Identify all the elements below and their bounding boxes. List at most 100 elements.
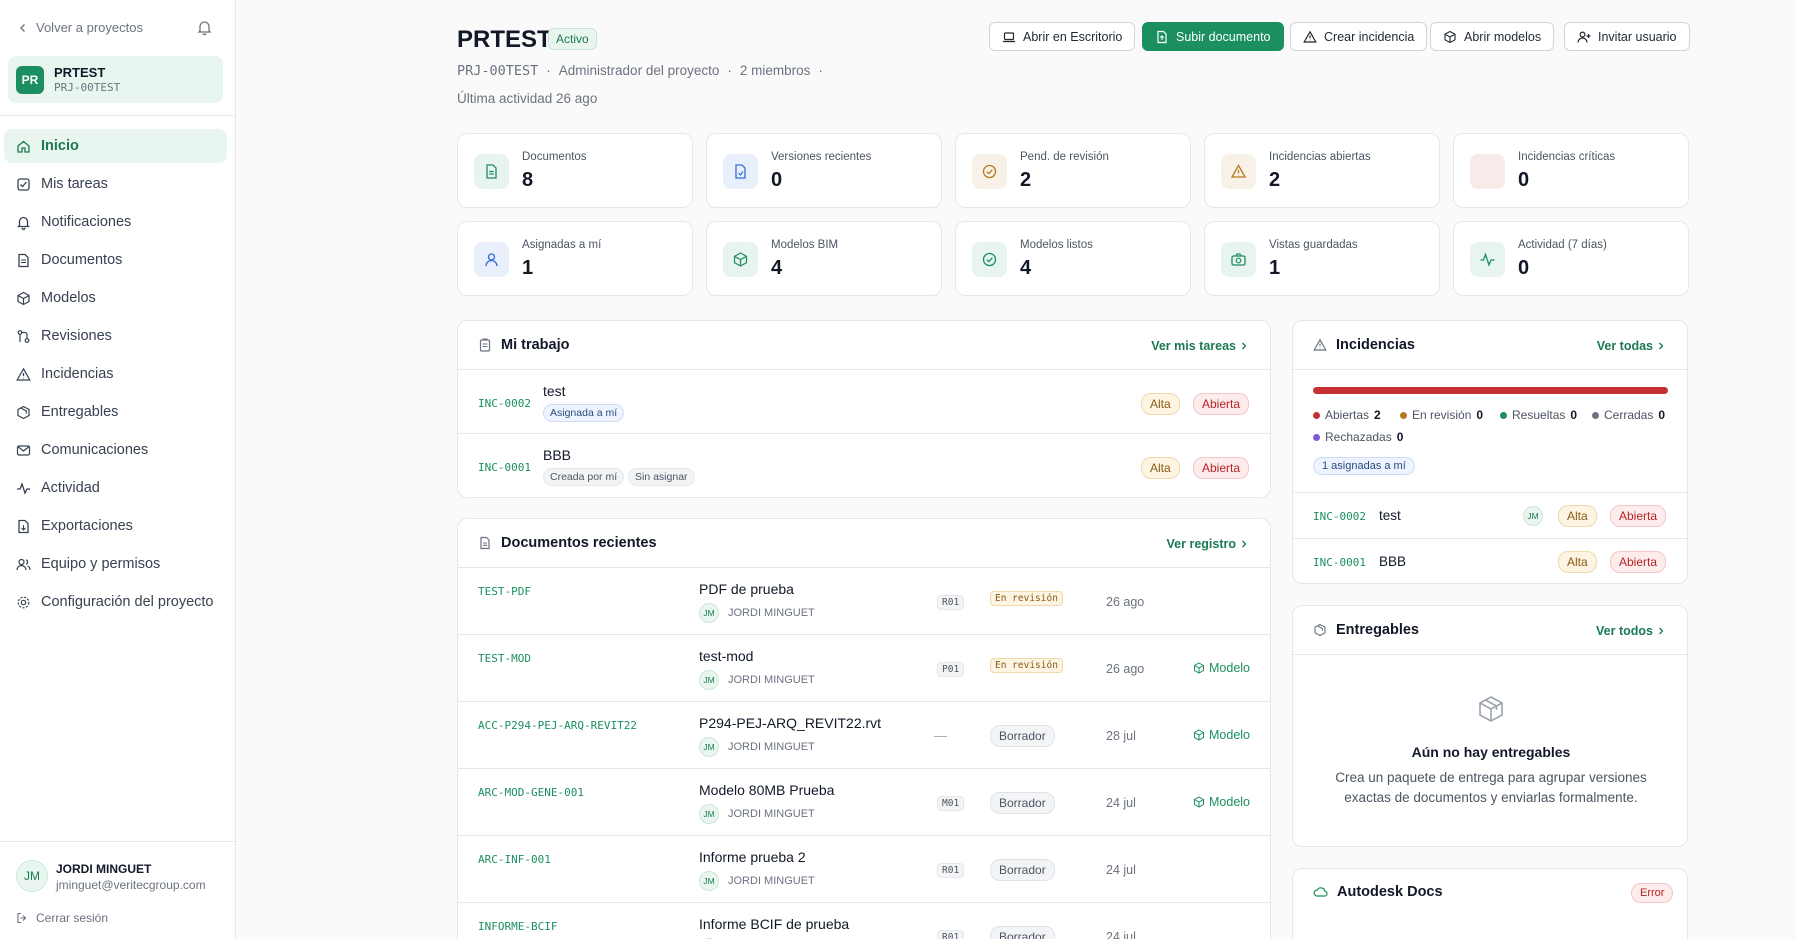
issue-row[interactable]: INC-0002 test JM Alta Abierta	[1293, 493, 1687, 539]
document-title[interactable]: Modelo 80MB Prueba	[699, 782, 834, 798]
stat-card[interactable]: Modelos BIM 4	[706, 221, 942, 296]
cube-icon	[1193, 796, 1205, 808]
issue-row[interactable]: INC-0001 BBB Alta Abierta	[1293, 539, 1687, 583]
revision-tag: R01	[937, 863, 965, 878]
document-date: 24 jul	[1106, 863, 1136, 877]
stat-card[interactable]: Actividad (7 días) 0	[1453, 221, 1689, 296]
stat-value: 0	[1518, 169, 1530, 191]
document-row[interactable]: ARC-MOD-GENE-001 Modelo 80MB Prueba JM JORD…	[458, 769, 1270, 836]
stat-card[interactable]: Versiones recientes 0	[706, 133, 942, 208]
document-title[interactable]: PDF de prueba	[699, 581, 794, 597]
nav-item-actividad[interactable]: Actividad	[4, 471, 227, 505]
open-desktop-button[interactable]: Abrir en Escritorio	[989, 22, 1136, 51]
document-date: 26 ago	[1106, 662, 1145, 676]
create-issue-button[interactable]: Crear incidencia	[1290, 22, 1428, 51]
task-row[interactable]: INC-0002 test Asignada a mí Alta Abierta	[458, 370, 1270, 434]
priority-badge: Alta	[1141, 457, 1180, 479]
stat-card[interactable]: Modelos listos 4	[955, 221, 1191, 296]
camera-icon	[1221, 242, 1256, 277]
nav-item-exportaciones[interactable]: Exportaciones	[4, 509, 227, 543]
stat-card[interactable]: Vistas guardadas 1	[1204, 221, 1440, 296]
document-date: 24 jul	[1106, 796, 1136, 810]
nav-item-mis-tareas[interactable]: Mis tareas	[4, 167, 227, 201]
file-icon	[478, 536, 492, 550]
back-to-projects-link[interactable]: Volver a proyectos	[18, 20, 143, 35]
document-row[interactable]: ARC-INF-001 Informe prueba 2 JM JORDI MINGU…	[458, 836, 1270, 903]
document-date: 28 jul	[1106, 729, 1136, 743]
nav-item-modelos[interactable]: Modelos	[4, 281, 227, 315]
legend-item-rechazadas: Rechazadas 0	[1313, 430, 1403, 444]
view-all-deliverables-link[interactable]: Ver todos	[1596, 624, 1665, 638]
user-role: Administrador del proyecto	[558, 63, 720, 78]
open-model-link[interactable]: Modelo	[1193, 728, 1250, 742]
cube-icon	[1193, 662, 1205, 674]
stat-value: 2	[1020, 169, 1032, 191]
document-code[interactable]: ACC-P294-PEJ-ARQ-REVIT22	[478, 719, 637, 732]
document-row[interactable]: TEST-PDF PDF de prueba JM JORDI MINGUET R01 E…	[458, 568, 1270, 635]
document-code[interactable]: TEST-MOD	[478, 652, 531, 665]
nav-item-documentos[interactable]: Documentos	[4, 243, 227, 277]
stat-card[interactable]: Incidencias abiertas 2	[1204, 133, 1440, 208]
status-badge: Abierta	[1193, 393, 1250, 415]
activity-icon	[16, 481, 31, 496]
view-all-issues-link[interactable]: Ver todas	[1597, 339, 1665, 353]
document-code[interactable]: ARC-INF-001	[478, 853, 551, 866]
document-row[interactable]: TEST-MOD test-mod JM JORDI MINGUET P01 En rev…	[458, 635, 1270, 702]
separator: ·	[546, 63, 551, 78]
priority-badge: Alta	[1558, 505, 1597, 527]
nav-item-entregables[interactable]: Entregables	[4, 395, 227, 429]
nav-item-inicio[interactable]: Inicio	[4, 129, 227, 163]
stat-label: Versiones recientes	[771, 151, 872, 163]
stat-card[interactable]: Asignadas a mí 1	[457, 221, 693, 296]
document-title[interactable]: test-mod	[699, 648, 753, 664]
document-status-badge: En revisión	[990, 591, 1063, 606]
nav-item-configuracion[interactable]: Configuración del proyecto	[4, 585, 227, 619]
task-row[interactable]: INC-0001 BBB Creada por mí Sin asignar A…	[458, 434, 1270, 497]
upload-document-button[interactable]: Subir documento	[1142, 22, 1284, 51]
document-date: 26 ago	[1106, 595, 1145, 609]
nav-item-equipo[interactable]: Equipo y permisos	[4, 547, 227, 581]
users-icon	[16, 557, 31, 572]
alert-triangle-icon	[1313, 338, 1327, 352]
document-title[interactable]: Informe prueba 2	[699, 849, 806, 865]
stat-label: Documentos	[522, 151, 587, 163]
stat-card[interactable]: Pend. de revisión 2	[955, 133, 1191, 208]
project-card[interactable]: PR PRTEST PRJ-00TEST	[8, 56, 223, 103]
recent-documents-panel: Documentos recientes Ver registro TEST-P…	[457, 518, 1271, 939]
stat-card[interactable]: Documentos 8	[457, 133, 693, 208]
issues-panel: Incidencias Ver todas Abiertas 2 En revis…	[1292, 320, 1688, 584]
document-row[interactable]: ACC-P294-PEJ-ARQ-REVIT22 P294-PEJ-ARQ_REV…	[458, 702, 1270, 769]
status-badge: Abierta	[1610, 505, 1667, 527]
legend-item-abiertas: Abiertas 2	[1313, 408, 1381, 422]
author-name: JORDI MINGUET	[728, 607, 815, 619]
nav-item-revisiones[interactable]: Revisiones	[4, 319, 227, 353]
notifications-bell-icon[interactable]	[196, 19, 213, 36]
nav-item-notificaciones[interactable]: Notificaciones	[4, 205, 227, 239]
assigned-badge[interactable]: 1 asignadas a mí	[1313, 457, 1415, 475]
document-code[interactable]: ARC-MOD-GENE-001	[478, 786, 584, 799]
stat-value: 1	[1269, 257, 1281, 279]
cube-icon	[16, 291, 31, 306]
logout-button[interactable]: Cerrar sesión	[16, 911, 108, 925]
stat-card[interactable]: Incidencias críticas 0	[1453, 133, 1689, 208]
view-my-tasks-link[interactable]: Ver mis tareas	[1151, 339, 1248, 353]
invite-user-button[interactable]: Invitar usuario	[1564, 22, 1690, 51]
revision-tag: R01	[937, 930, 965, 939]
document-code[interactable]: TEST-PDF	[478, 585, 531, 598]
open-model-link[interactable]: Modelo	[1193, 795, 1250, 809]
document-row[interactable]: INFORME-BCIFInforme BCIF de pruebaJMJORD…	[458, 903, 1270, 939]
file-version-icon	[723, 154, 758, 189]
user-avatar[interactable]: JM	[16, 860, 48, 892]
nav-item-comunicaciones[interactable]: Comunicaciones	[4, 433, 227, 467]
open-models-button[interactable]: Abrir modelos	[1430, 22, 1555, 51]
legend-item-resueltas: Resueltas 0	[1500, 408, 1577, 422]
stat-value: 8	[522, 169, 534, 191]
document-title[interactable]: P294-PEJ-ARQ_REVIT22.rvt	[699, 715, 881, 731]
document-code[interactable]: INFORME-BCIF	[478, 920, 557, 933]
check-circle-icon	[972, 242, 1007, 277]
open-model-link[interactable]: Modelo	[1193, 661, 1250, 675]
project-meta: PRJ-00TEST · Administrador del proyecto …	[457, 63, 823, 79]
view-register-link[interactable]: Ver registro	[1167, 537, 1248, 551]
nav-item-incidencias[interactable]: Incidencias	[4, 357, 227, 391]
document-title[interactable]: Informe BCIF de prueba	[699, 916, 849, 932]
